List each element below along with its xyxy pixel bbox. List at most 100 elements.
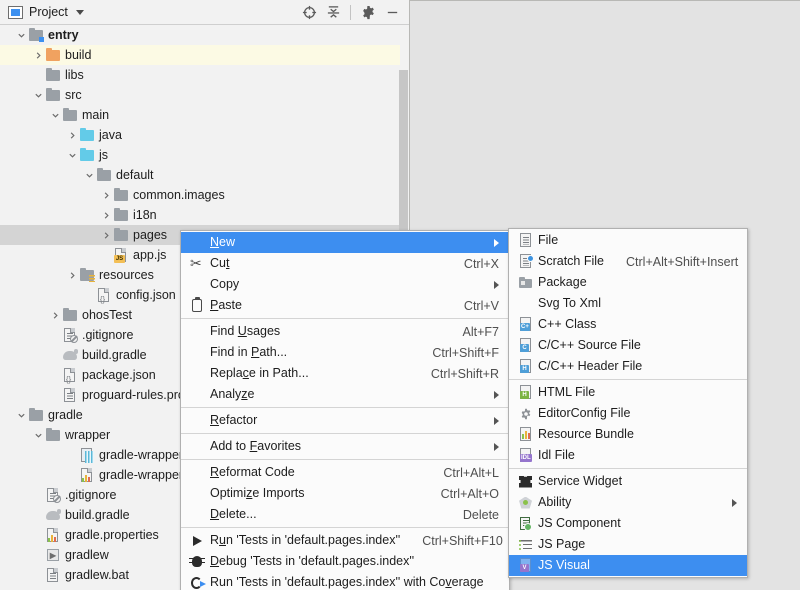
menu-item[interactable]: V JS Visual bbox=[509, 555, 747, 576]
chevron-right-icon[interactable] bbox=[48, 305, 62, 325]
folder-gray-icon bbox=[45, 87, 61, 103]
menu-item[interactable]: Ability bbox=[509, 492, 747, 513]
menu-separator bbox=[509, 468, 747, 469]
tree-row-label: main bbox=[82, 108, 110, 122]
new-submenu[interactable]: File Scratch File Ctrl+Alt+Shift+Insert Pac… bbox=[508, 228, 748, 578]
menu-item[interactable]: Run 'Tests in 'default.pages.index'' wit… bbox=[181, 572, 509, 590]
tree-row[interactable]: libs bbox=[0, 65, 400, 85]
menu-item[interactable]: JS Page bbox=[509, 534, 747, 555]
menu-item[interactable]: Delete... Delete bbox=[181, 504, 509, 525]
menu-item[interactable]: Scratch File Ctrl+Alt+Shift+Insert bbox=[509, 251, 747, 272]
project-icon bbox=[8, 5, 23, 19]
menu-item[interactable]: C+ C++ Class bbox=[509, 314, 747, 335]
chevron-down-icon[interactable] bbox=[14, 405, 28, 425]
tree-row-label: resources bbox=[99, 268, 154, 282]
menu-item[interactable]: EditorConfig File bbox=[509, 403, 747, 424]
chevron-right-icon[interactable] bbox=[99, 225, 113, 245]
menu-item[interactable]: Cut Ctrl+X bbox=[181, 253, 509, 274]
collapse-all-icon[interactable] bbox=[322, 2, 344, 24]
tree-row-label: common.images bbox=[133, 188, 225, 202]
chevron-down-icon[interactable] bbox=[31, 85, 45, 105]
menu-item[interactable]: C C/C++ Source File bbox=[509, 335, 747, 356]
chevron-right-icon[interactable] bbox=[99, 205, 113, 225]
tree-row[interactable]: src bbox=[0, 85, 400, 105]
file-json-icon: {} bbox=[62, 367, 78, 384]
menu-item[interactable]: Replace in Path... Ctrl+Shift+R bbox=[181, 363, 509, 384]
tree-row-label: .gitignore bbox=[65, 488, 117, 502]
chevron-right-icon[interactable] bbox=[31, 45, 45, 65]
chevron-down-icon[interactable] bbox=[14, 25, 28, 45]
menu-item[interactable]: Reformat Code Ctrl+Alt+L bbox=[181, 462, 509, 483]
context-menu[interactable]: New Cut Ctrl+X Copy Paste Ctrl+V Find Usages Al… bbox=[180, 230, 510, 590]
menu-item[interactable]: Svg To Xml bbox=[509, 293, 747, 314]
tree-row[interactable]: default bbox=[0, 165, 400, 185]
tree-row[interactable]: main bbox=[0, 105, 400, 125]
chevron-down-icon[interactable] bbox=[82, 165, 96, 185]
menu-item-label: JS Page bbox=[538, 537, 586, 551]
menu-item[interactable]: Add to Favorites bbox=[181, 436, 509, 457]
file-ignored-icon bbox=[62, 327, 78, 343]
menu-item-label: C++ Class bbox=[538, 317, 597, 331]
chevron-right-icon[interactable] bbox=[99, 185, 113, 205]
package-icon bbox=[517, 275, 534, 291]
menu-item-shortcut: Ctrl+Shift+R bbox=[430, 366, 499, 381]
menu-item[interactable]: Debug 'Tests in 'default.pages.index'' bbox=[181, 551, 509, 572]
menu-item[interactable]: File bbox=[509, 230, 747, 251]
file-ignored-icon bbox=[45, 487, 61, 503]
chevron-down-icon[interactable] bbox=[65, 145, 79, 165]
menu-item-icon-placeholder bbox=[189, 277, 206, 293]
folder-gray-icon bbox=[113, 207, 129, 223]
menu-item-label: Replace in Path... bbox=[210, 366, 309, 380]
tree-row-label: build.gradle bbox=[82, 348, 147, 362]
chevron-right-icon bbox=[732, 498, 737, 507]
tree-row[interactable]: java bbox=[0, 125, 400, 145]
chevron-right-icon[interactable] bbox=[65, 125, 79, 145]
menu-item[interactable]: Analyze bbox=[181, 384, 509, 405]
tree-row-label: java bbox=[99, 128, 122, 142]
menu-item[interactable]: Optimize Imports Ctrl+Alt+O bbox=[181, 483, 509, 504]
menu-item[interactable]: H C/C++ Header File bbox=[509, 356, 747, 377]
menu-item[interactable]: Find in Path... Ctrl+Shift+F bbox=[181, 342, 509, 363]
menu-item[interactable]: H HTML File bbox=[509, 382, 747, 403]
chevron-down-icon[interactable] bbox=[75, 9, 84, 15]
menu-item-shortcut: Ctrl+X bbox=[463, 256, 499, 271]
js-visual-icon: V bbox=[517, 557, 534, 574]
tree-row[interactable]: entry bbox=[0, 25, 400, 45]
tree-row-label: gradle.properties bbox=[65, 528, 159, 542]
folder-gray-icon bbox=[45, 427, 61, 443]
service-widget-icon bbox=[517, 474, 534, 490]
tree-row-label: pages bbox=[133, 228, 168, 242]
tree-row[interactable]: build bbox=[0, 45, 400, 65]
menu-item[interactable]: Paste Ctrl+V bbox=[181, 295, 509, 316]
menu-item[interactable]: Service Widget bbox=[509, 471, 747, 492]
tree-row-label: config.json bbox=[116, 288, 176, 302]
menu-item[interactable]: Run 'Tests in 'default.pages.index'' Ctrl… bbox=[181, 530, 509, 551]
tree-row[interactable]: i18n bbox=[0, 205, 400, 225]
tree-twisty-placeholder bbox=[82, 285, 96, 305]
menu-item[interactable]: Package bbox=[509, 272, 747, 293]
menu-item-label: Reformat Code bbox=[210, 465, 295, 479]
menu-item[interactable]: IDL Idl File bbox=[509, 445, 747, 466]
project-title-group[interactable]: Project bbox=[0, 5, 84, 19]
menu-item-label: File bbox=[538, 233, 559, 247]
c-header-icon: H bbox=[517, 358, 534, 375]
menu-item[interactable]: Find Usages Alt+F7 bbox=[181, 321, 509, 342]
menu-item[interactable]: New bbox=[181, 232, 509, 253]
gear-icon[interactable] bbox=[357, 2, 379, 24]
tree-row-label: gradle-wrapper. bbox=[99, 448, 186, 462]
menu-separator bbox=[181, 407, 509, 408]
chevron-right-icon[interactable] bbox=[65, 265, 79, 285]
menu-item[interactable]: Refactor bbox=[181, 410, 509, 431]
tree-twisty-placeholder bbox=[31, 565, 45, 585]
menu-item[interactable]: Resource Bundle bbox=[509, 424, 747, 445]
menu-item[interactable]: JS Component bbox=[509, 513, 747, 534]
locate-icon[interactable] bbox=[298, 2, 320, 24]
tree-row-label: src bbox=[65, 88, 82, 102]
tree-row[interactable]: common.images bbox=[0, 185, 400, 205]
tree-row[interactable]: js bbox=[0, 145, 400, 165]
menu-item-shortcut: Alt+F7 bbox=[462, 324, 499, 339]
menu-item[interactable]: Copy bbox=[181, 274, 509, 295]
chevron-down-icon[interactable] bbox=[48, 105, 62, 125]
chevron-down-icon[interactable] bbox=[31, 425, 45, 445]
minimize-icon[interactable] bbox=[381, 2, 403, 24]
